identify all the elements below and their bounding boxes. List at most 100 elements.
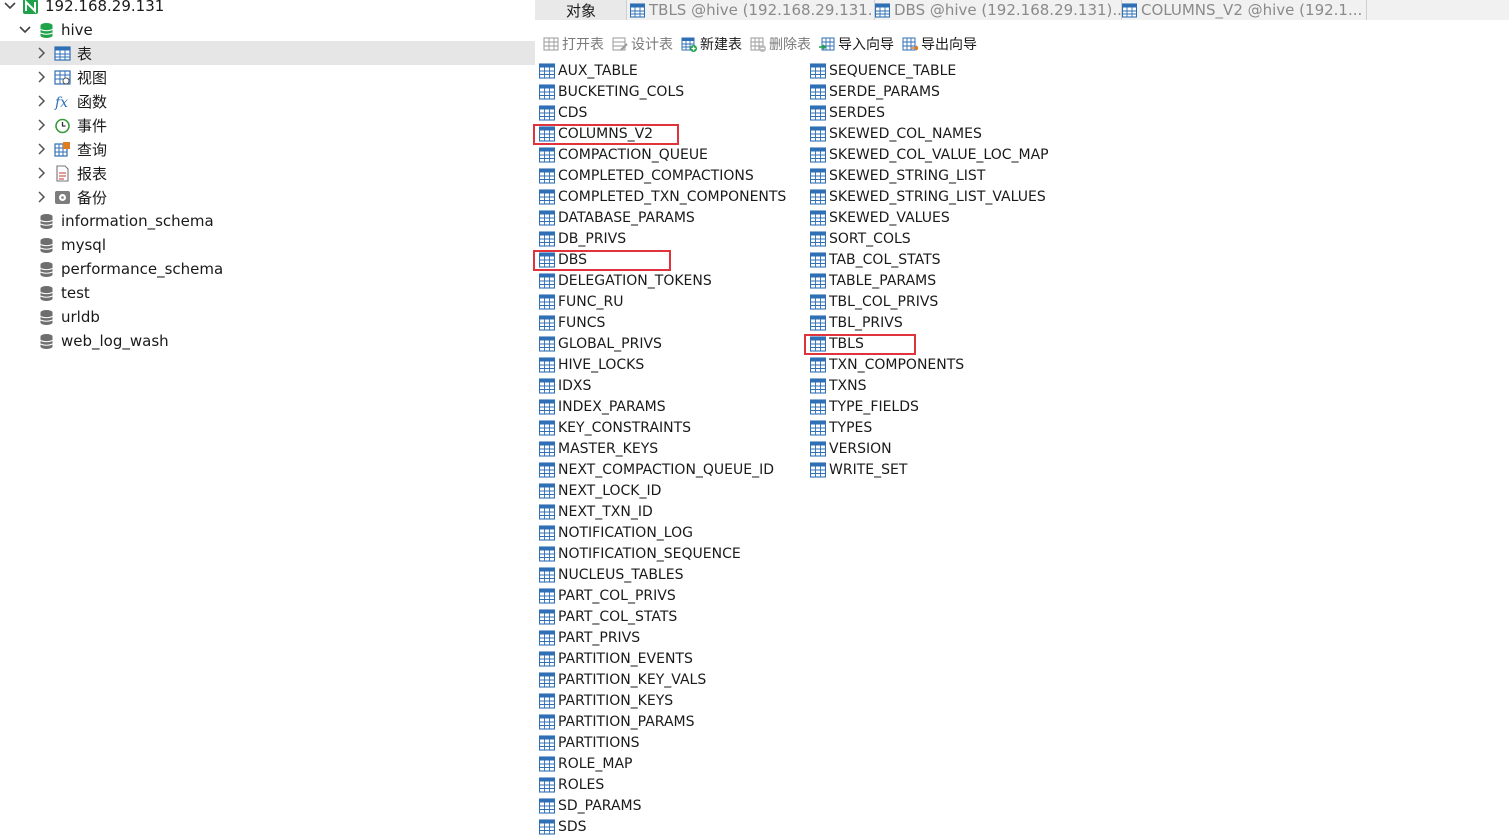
tree-database-item[interactable]: urldb — [0, 305, 535, 329]
tree-connection[interactable]: 192.168.29.131 — [0, 0, 535, 18]
tab-dbs[interactable]: DBS @hive (192.168.29.131)... — [872, 0, 1122, 20]
table-item[interactable]: PART_COL_STATS — [539, 606, 677, 627]
tree-database-hive[interactable]: hive — [0, 18, 535, 42]
table-item[interactable]: PART_COL_PRIVS — [539, 585, 676, 606]
table-item[interactable]: NEXT_COMPACTION_QUEUE_ID — [539, 459, 774, 480]
table-item[interactable]: KEY_CONSTRAINTS — [539, 417, 691, 438]
table-item[interactable]: SKEWED_VALUES — [810, 207, 950, 228]
table-item[interactable]: IDXS — [539, 375, 591, 396]
table-item[interactable]: SERDES — [810, 102, 885, 123]
tree-category-reports[interactable]: 报表 — [0, 161, 535, 185]
table-item[interactable]: SERDE_PARAMS — [810, 81, 940, 102]
table-item[interactable]: AUX_TABLE — [539, 60, 638, 81]
table-item[interactable]: MASTER_KEYS — [539, 438, 658, 459]
tab-bar: 对象 TBLS @hive (192.168.29.131... DBS @hi… — [535, 0, 1509, 20]
table-item[interactable]: NEXT_TXN_ID — [539, 501, 653, 522]
chevron-down-icon[interactable] — [4, 0, 16, 12]
table-item[interactable]: FUNC_RU — [539, 291, 624, 312]
table-icon — [539, 314, 555, 331]
table-item[interactable]: NUCLEUS_TABLES — [539, 564, 683, 585]
table-item[interactable]: PART_PRIVS — [539, 627, 640, 648]
table-item[interactable]: TABLE_PARAMS — [810, 270, 936, 291]
tab-columns-v2[interactable]: COLUMNS_V2 @hive (192.1... — [1119, 0, 1367, 20]
tree-category-backups[interactable]: 备份 — [0, 185, 535, 209]
table-name: COMPACTION_QUEUE — [558, 146, 708, 163]
tab-objects[interactable]: 对象 — [535, 0, 627, 20]
table-item[interactable]: COLUMNS_V2 — [539, 123, 653, 144]
table-item[interactable]: TBLS — [810, 333, 864, 354]
tree-database-item[interactable]: test — [0, 281, 535, 305]
tab-tbls[interactable]: TBLS @hive (192.168.29.131... — [627, 0, 875, 20]
table-item[interactable]: COMPLETED_TXN_COMPONENTS — [539, 186, 786, 207]
table-item[interactable]: SKEWED_STRING_LIST_VALUES — [810, 186, 1046, 207]
open-table-button[interactable]: 打开表 — [543, 34, 604, 54]
export-wizard-button[interactable]: 导出向导 — [902, 34, 977, 54]
chevron-right-icon[interactable] — [36, 167, 48, 179]
table-item[interactable]: SKEWED_STRING_LIST — [810, 165, 985, 186]
tree-category-queries[interactable]: 查询 — [0, 137, 535, 161]
tree-database-item[interactable]: information_schema — [0, 209, 535, 233]
table-item[interactable]: SORT_COLS — [810, 228, 911, 249]
table-item[interactable]: TAB_COL_STATS — [810, 249, 941, 270]
table-item[interactable]: GLOBAL_PRIVS — [539, 333, 662, 354]
table-item[interactable]: DATABASE_PARAMS — [539, 207, 695, 228]
table-item[interactable]: NOTIFICATION_LOG — [539, 522, 693, 543]
table-item[interactable]: CDS — [539, 102, 587, 123]
tree-category-tables[interactable]: 表 — [0, 41, 535, 65]
chevron-right-icon[interactable] — [36, 47, 48, 59]
chevron-right-icon[interactable] — [36, 71, 48, 83]
table-name: PARTITIONS — [558, 734, 640, 751]
table-item[interactable]: BUCKETING_COLS — [539, 81, 684, 102]
table-item[interactable]: COMPACTION_QUEUE — [539, 144, 708, 165]
table-item[interactable]: DB_PRIVS — [539, 228, 626, 249]
table-name: TBLS — [829, 335, 864, 352]
table-item[interactable]: HIVE_LOCKS — [539, 354, 644, 375]
table-item[interactable]: TBL_PRIVS — [810, 312, 903, 333]
chevron-down-icon[interactable] — [19, 24, 31, 36]
table-item[interactable]: TYPES — [810, 417, 872, 438]
chevron-right-icon[interactable] — [36, 191, 48, 203]
table-item[interactable]: PARTITIONS — [539, 732, 640, 753]
table-item[interactable]: DBS — [539, 249, 587, 270]
table-item[interactable]: TBL_COL_PRIVS — [810, 291, 938, 312]
table-item[interactable]: WRITE_SET — [810, 459, 907, 480]
table-item[interactable]: DELEGATION_TOKENS — [539, 270, 712, 291]
table-item[interactable]: SD_PARAMS — [539, 795, 642, 816]
new-table-button[interactable]: 新建表 — [681, 34, 742, 54]
table-item[interactable]: ROLES — [539, 774, 604, 795]
table-item[interactable]: SKEWED_COL_VALUE_LOC_MAP — [810, 144, 1049, 165]
table-item[interactable]: SDS — [539, 816, 587, 837]
tree-category-views[interactable]: 视图 — [0, 65, 535, 89]
tree-database-item[interactable]: web_log_wash — [0, 329, 535, 353]
table-item[interactable]: PARTITION_EVENTS — [539, 648, 693, 669]
table-item[interactable]: NOTIFICATION_SEQUENCE — [539, 543, 741, 564]
import-wizard-button[interactable]: 导入向导 — [819, 34, 894, 54]
chevron-right-icon[interactable] — [36, 95, 48, 107]
table-name: SKEWED_STRING_LIST_VALUES — [829, 188, 1046, 205]
table-item[interactable]: PARTITION_PARAMS — [539, 711, 695, 732]
chevron-right-icon[interactable] — [36, 143, 48, 155]
table-item[interactable]: TYPE_FIELDS — [810, 396, 919, 417]
table-item[interactable]: SKEWED_COL_NAMES — [810, 123, 982, 144]
table-icon — [539, 482, 555, 499]
table-item[interactable]: INDEX_PARAMS — [539, 396, 666, 417]
table-item[interactable]: FUNCS — [539, 312, 605, 333]
tree-category-functions[interactable]: fx 函数 — [0, 89, 535, 113]
table-item[interactable]: PARTITION_KEYS — [539, 690, 673, 711]
tree-database-item[interactable]: performance_schema — [0, 257, 535, 281]
chevron-right-icon[interactable] — [36, 119, 48, 131]
delete-table-button[interactable]: 删除表 — [750, 34, 811, 54]
table-item[interactable]: TXN_COMPONENTS — [810, 354, 964, 375]
tree-database-item[interactable]: mysql — [0, 233, 535, 257]
tree-category-events[interactable]: 事件 — [0, 113, 535, 137]
table-item[interactable]: VERSION — [810, 438, 892, 459]
table-item[interactable]: PARTITION_KEY_VALS — [539, 669, 706, 690]
table-item[interactable]: SEQUENCE_TABLE — [810, 60, 956, 81]
table-item[interactable]: TXNS — [810, 375, 867, 396]
table-name: PART_COL_STATS — [558, 608, 678, 625]
table-item[interactable]: ROLE_MAP — [539, 753, 633, 774]
design-table-button[interactable]: 设计表 — [612, 34, 673, 54]
table-item[interactable]: COMPLETED_COMPACTIONS — [539, 165, 754, 186]
table-item[interactable]: NEXT_LOCK_ID — [539, 480, 661, 501]
clock-icon — [54, 117, 71, 134]
